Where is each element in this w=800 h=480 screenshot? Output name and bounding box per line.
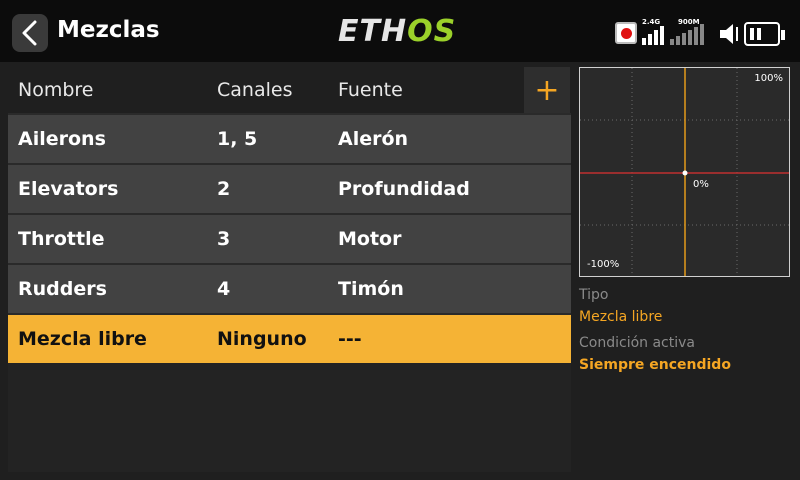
curve-center-label: 0% <box>693 179 709 190</box>
type-value: Mezcla libre <box>579 309 663 325</box>
page-title: Mezclas <box>57 17 160 43</box>
mix-curve-preview: 100% 0% -100% <box>579 67 790 277</box>
table-row[interactable]: Ailerons 1, 5 Alerón <box>8 113 571 163</box>
mix-channels: Ninguno <box>217 328 307 350</box>
column-header-name: Nombre <box>18 79 94 101</box>
ethos-logo: ETHOS <box>338 14 457 49</box>
mix-channels: 2 <box>217 178 231 200</box>
active-condition-value: Siempre encendido <box>579 357 731 373</box>
curve-top-label: 100% <box>754 73 783 84</box>
mix-source: Timón <box>338 278 404 300</box>
top-bar: Mezclas ETHOS 2.4G 900M <box>0 0 800 62</box>
curve-point <box>682 170 688 176</box>
table-row[interactable]: Throttle 3 Motor <box>8 213 571 263</box>
chevron-left-icon <box>22 20 37 46</box>
curve-graph <box>580 68 789 276</box>
signal-900m-icon <box>670 23 704 45</box>
add-mix-button[interactable]: + <box>524 67 570 113</box>
column-header-channels: Canales <box>217 79 293 101</box>
mix-name: Rudders <box>18 278 107 300</box>
active-condition-label: Condición activa <box>579 335 695 351</box>
mix-channels: 1, 5 <box>217 128 258 150</box>
mix-channels: 3 <box>217 228 231 250</box>
record-icon <box>615 22 637 44</box>
mix-name: Mezcla libre <box>18 328 147 350</box>
type-label: Tipo <box>579 287 609 303</box>
column-header-source: Fuente <box>338 79 403 101</box>
mix-channels: 4 <box>217 278 231 300</box>
mix-name: Elevators <box>18 178 119 200</box>
table-row-selected[interactable]: Mezcla libre Ninguno --- <box>8 313 571 363</box>
mix-source: Profundidad <box>338 178 470 200</box>
mix-source: Alerón <box>338 128 409 150</box>
back-button[interactable] <box>12 14 48 52</box>
table-header: Nombre Canales Fuente + <box>8 67 571 113</box>
mixes-table: Nombre Canales Fuente + Ailerons 1, 5 Al… <box>8 67 571 472</box>
mix-name: Ailerons <box>18 128 106 150</box>
table-row[interactable]: Rudders 4 Timón <box>8 263 571 313</box>
speaker-icon <box>720 24 738 44</box>
table-row[interactable]: Elevators 2 Profundidad <box>8 163 571 213</box>
battery-icon <box>744 22 785 46</box>
signal-2-4g-icon <box>642 23 664 45</box>
mix-source: Motor <box>338 228 402 250</box>
mix-source: --- <box>338 328 362 350</box>
curve-bottom-label: -100% <box>587 259 620 270</box>
mix-name: Throttle <box>18 228 105 250</box>
